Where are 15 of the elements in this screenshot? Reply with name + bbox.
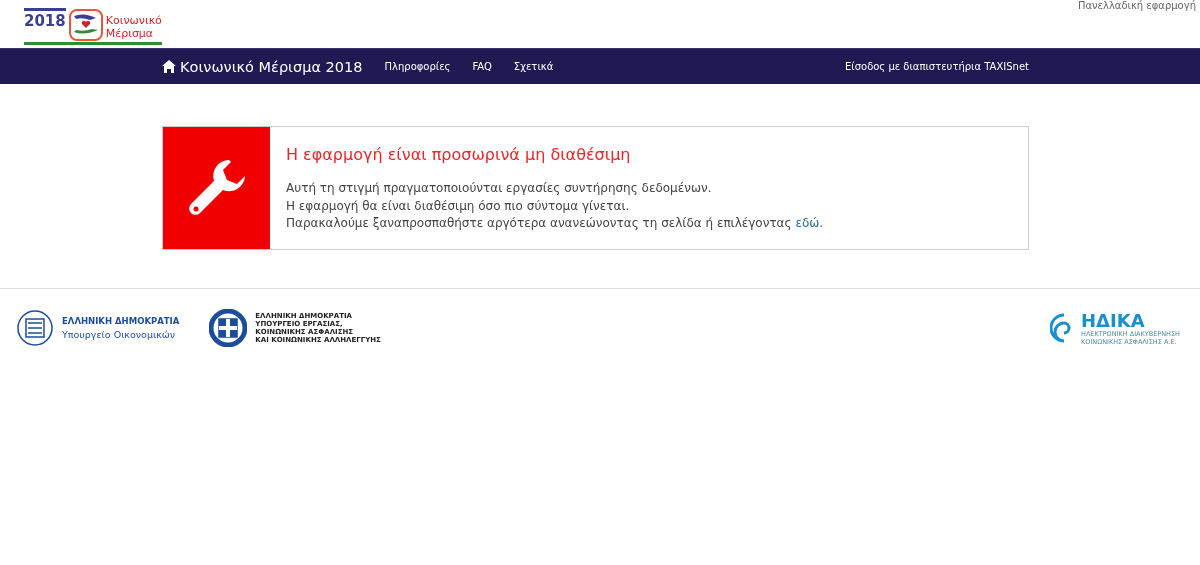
alert-message: Αυτή τη στιγμή πραγματοποιούνται εργασίες συντήρησης δεδομένων. Η εφαρμογή θα είναι διαθέσιμη όσο πιο σύντομα γίνεται. Παρακαλούμε ξαναπροσπαθήστε αργότερα ανανεώνοντας τη σελίδα ή επιλέγοντας εδώ. [286,180,824,232]
org-subtitle: Υπουργείο Οικονομικών [62,329,176,340]
header-tagline: Πανελλαδική εφαρμογή [1077,0,1197,13]
home-icon [162,60,176,73]
login-link[interactable]: Είσοδος με διαπιστευτήρια TAXISnet [844,61,1029,72]
org-title: ΕΛΛΗΝΙΚΗ ΔΗΜΟΚΡΑΤΙΑ [62,316,180,326]
site-logo[interactable]: 2018 Κοινωνικό Μέρισμα [24,0,162,45]
idika-name: ΗΔΙΚΑ [1081,310,1146,331]
emblem-icon [16,309,54,347]
nav-link[interactable]: Σχετικά [513,61,554,72]
brand-link[interactable]: Κοινωνικό Μέρισμα 2018 [162,58,363,75]
alert-title: Η εφαρμογή είναι προσωρινά μη διαθέσιμη [286,145,632,164]
nav-link[interactable]: FAQ [472,61,492,72]
emblem-icon [209,309,248,347]
nav-link[interactable]: Πληροφορίες [384,61,451,72]
